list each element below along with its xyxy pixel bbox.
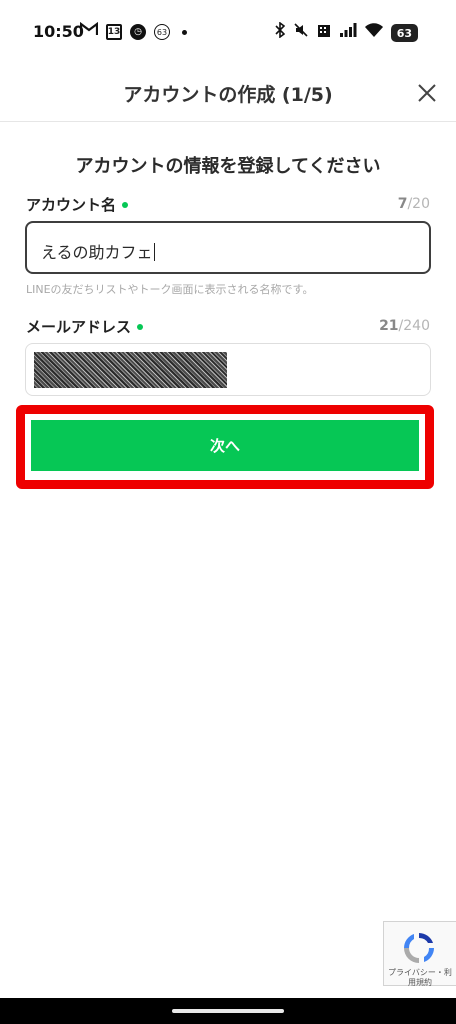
account-name-input[interactable]: えるの助カフェ — [25, 221, 431, 274]
bluetooth-icon — [275, 21, 285, 44]
recaptcha-text[interactable]: プライバシー・利 用規約 — [388, 968, 452, 988]
account-name-label-text: アカウント名 — [26, 196, 117, 214]
required-dot-icon — [137, 323, 144, 330]
gmail-icon — [79, 21, 99, 42]
wifi-icon — [364, 22, 383, 44]
status-bar: 10:50 13 ◷ 63 63 — [0, 0, 456, 64]
email-label-text: メールアドレス — [26, 318, 132, 336]
email-count-max: /240 — [398, 318, 430, 334]
next-button[interactable]: 次へ — [31, 420, 419, 471]
battery-icon: 63 — [390, 24, 418, 42]
building-icon — [317, 22, 331, 44]
redacted-email-value — [34, 352, 227, 388]
email-field[interactable] — [25, 343, 431, 396]
account-name-count-max: /20 — [407, 196, 430, 212]
account-name-label: アカウント名 — [26, 194, 129, 215]
email-count-current: 21 — [379, 318, 399, 334]
account-name-value: えるの助カフェ — [41, 243, 155, 262]
status-left-icons: 13 ◷ 63 — [79, 21, 187, 42]
section-title: アカウントの情報を登録してください — [75, 156, 381, 177]
signal-icon — [339, 22, 357, 44]
recaptcha-badge[interactable]: プライバシー・利 用規約 — [383, 921, 456, 988]
account-name-counter: 7/20 — [398, 196, 430, 212]
dot-icon — [182, 29, 187, 35]
home-gesture-handle[interactable] — [172, 1009, 284, 1013]
email-counter: 21/240 — [379, 318, 430, 334]
calendar-icon: 13 — [106, 24, 122, 40]
required-dot-icon — [122, 201, 129, 208]
email-label: メールアドレス — [26, 316, 144, 337]
system-nav-bar — [0, 998, 456, 1024]
text-caret — [153, 243, 155, 261]
status-time: 10:50 — [33, 22, 84, 41]
account-name-helper: LINEの友だちリストやトーク画面に表示される名称です。 — [26, 283, 314, 296]
badge-icon: 63 — [154, 24, 170, 40]
account-name-count-current: 7 — [397, 196, 408, 212]
timer-icon: ◷ — [130, 24, 146, 40]
page-title: アカウントの作成 (1/5) — [123, 84, 333, 106]
mute-icon — [293, 22, 309, 44]
app-header: アカウントの作成 (1/5) — [0, 64, 456, 122]
close-icon[interactable] — [416, 82, 438, 104]
status-right-icons: 63 — [275, 21, 418, 44]
recaptcha-icon — [404, 933, 434, 963]
